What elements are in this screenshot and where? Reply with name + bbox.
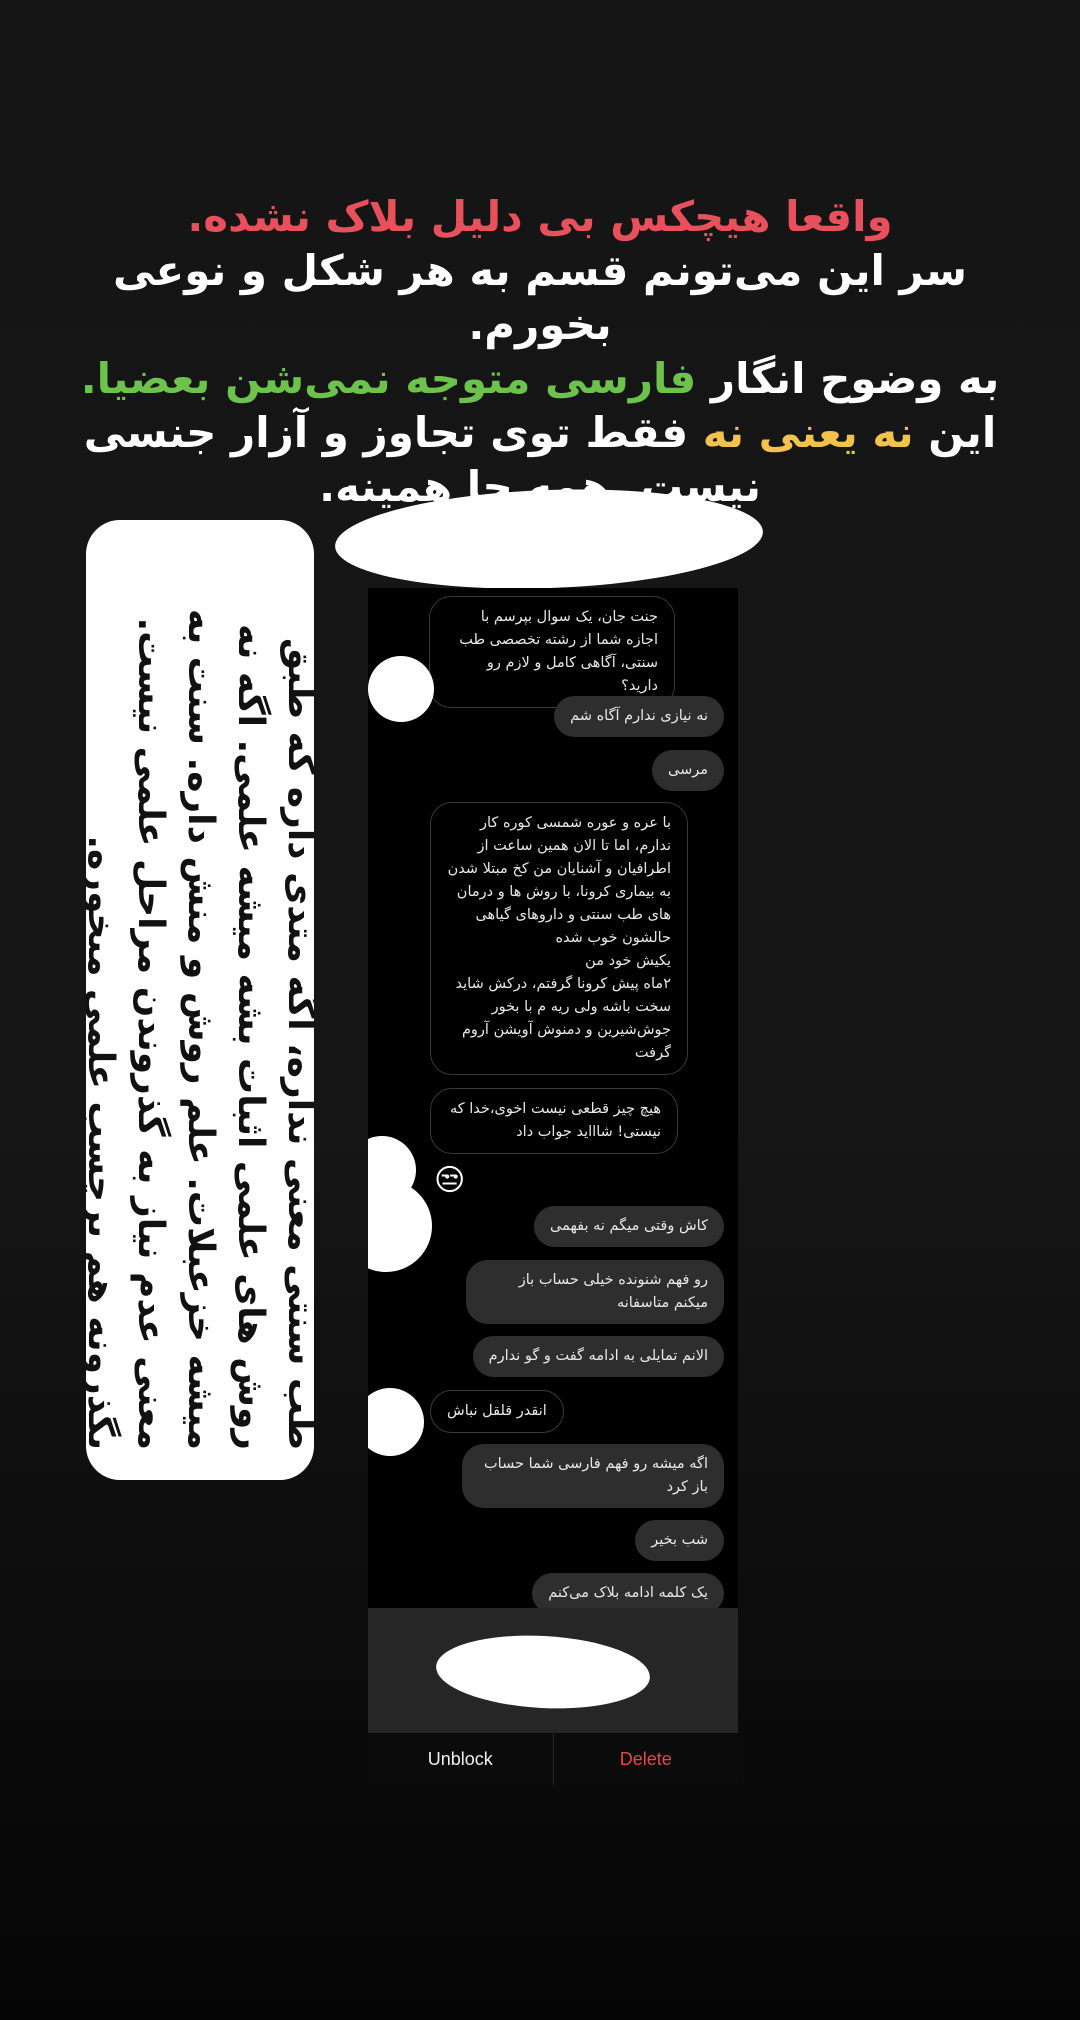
redaction-avatar [368, 656, 434, 722]
delete-button[interactable]: Delete [554, 1733, 739, 1785]
unblock-button[interactable]: Unblock [368, 1733, 554, 1785]
message-outgoing: اگه میشه رو فهم فارسی شما حساب باز کرد [462, 1444, 724, 1508]
message-outgoing: الانم تمایلی به ادامه گفت و گو ندارم [472, 1336, 724, 1377]
headline-line-4-end: فقط توی تجاوز و آزار جنسی [83, 408, 703, 457]
message-incoming: انقدر قلقل نباش [430, 1390, 564, 1433]
headline-line-4-highlight: نه یعنی نه [702, 408, 914, 457]
message-incoming: هیچ چیز قطعی نیست اخوی،خدا که نیستی! شاا… [430, 1088, 678, 1154]
side-note-card: طب سنتی معنی نداره، اگه متدی داره که طبق… [86, 520, 314, 1480]
headline-line-4-start: این [913, 408, 997, 457]
message-outgoing: کاش وقتی میگم نه بفهمی [534, 1206, 724, 1247]
redaction-avatar [368, 1180, 432, 1272]
unamused-emoji: 😒 [434, 1163, 466, 1198]
message-outgoing: مرسی [651, 750, 724, 791]
message-outgoing: نه نیازی ندارم آگاه شم [554, 696, 724, 737]
compose-bar [368, 1608, 738, 1732]
headline-line-3-highlight: فارسی متوجه نمی‌شن بعضیا. [80, 354, 697, 403]
message-outgoing: رو فهم شنونده خیلی حساب باز میکنم متاسفا… [466, 1260, 724, 1324]
message-incoming: با عره و عوره شمسی کوره کار ندارم، اما ت… [430, 802, 688, 1075]
redaction-avatar [368, 1388, 424, 1456]
message-incoming: جنت جان، یک سوال بپرسم با اجازه شما از ر… [429, 596, 675, 708]
headline-line-1: واقعا هیچکس بی دلیل بلاک نشده. [187, 192, 893, 241]
action-bar: Unblock Delete [368, 1732, 738, 1785]
headline-line-3-plain: به وضوح انگار [696, 354, 1000, 403]
headline-line-4: این نه یعنی نه فقط توی تجاوز و آزار جنسی [60, 406, 1020, 460]
headline: واقعا هیچکس بی دلیل بلاک نشده. سر این می… [60, 190, 1020, 514]
message-outgoing: شب بخیر [635, 1520, 724, 1561]
redaction-blob-name [434, 1630, 652, 1714]
chat-panel: جنت جان، یک سوال بپرسم با اجازه شما از ر… [368, 588, 738, 1608]
message-outgoing: یک کلمه ادامه بلاک می‌کنم [532, 1573, 724, 1608]
side-note-text: طب سنتی معنی نداره، اگه متدی داره که طبق… [86, 608, 314, 1450]
headline-line-2: سر این می‌تونم قسم به هر شکل و نوعی بخور… [113, 246, 967, 349]
headline-line-3: به وضوح انگار فارسی متوجه نمی‌شن بعضیا. [60, 352, 1020, 406]
